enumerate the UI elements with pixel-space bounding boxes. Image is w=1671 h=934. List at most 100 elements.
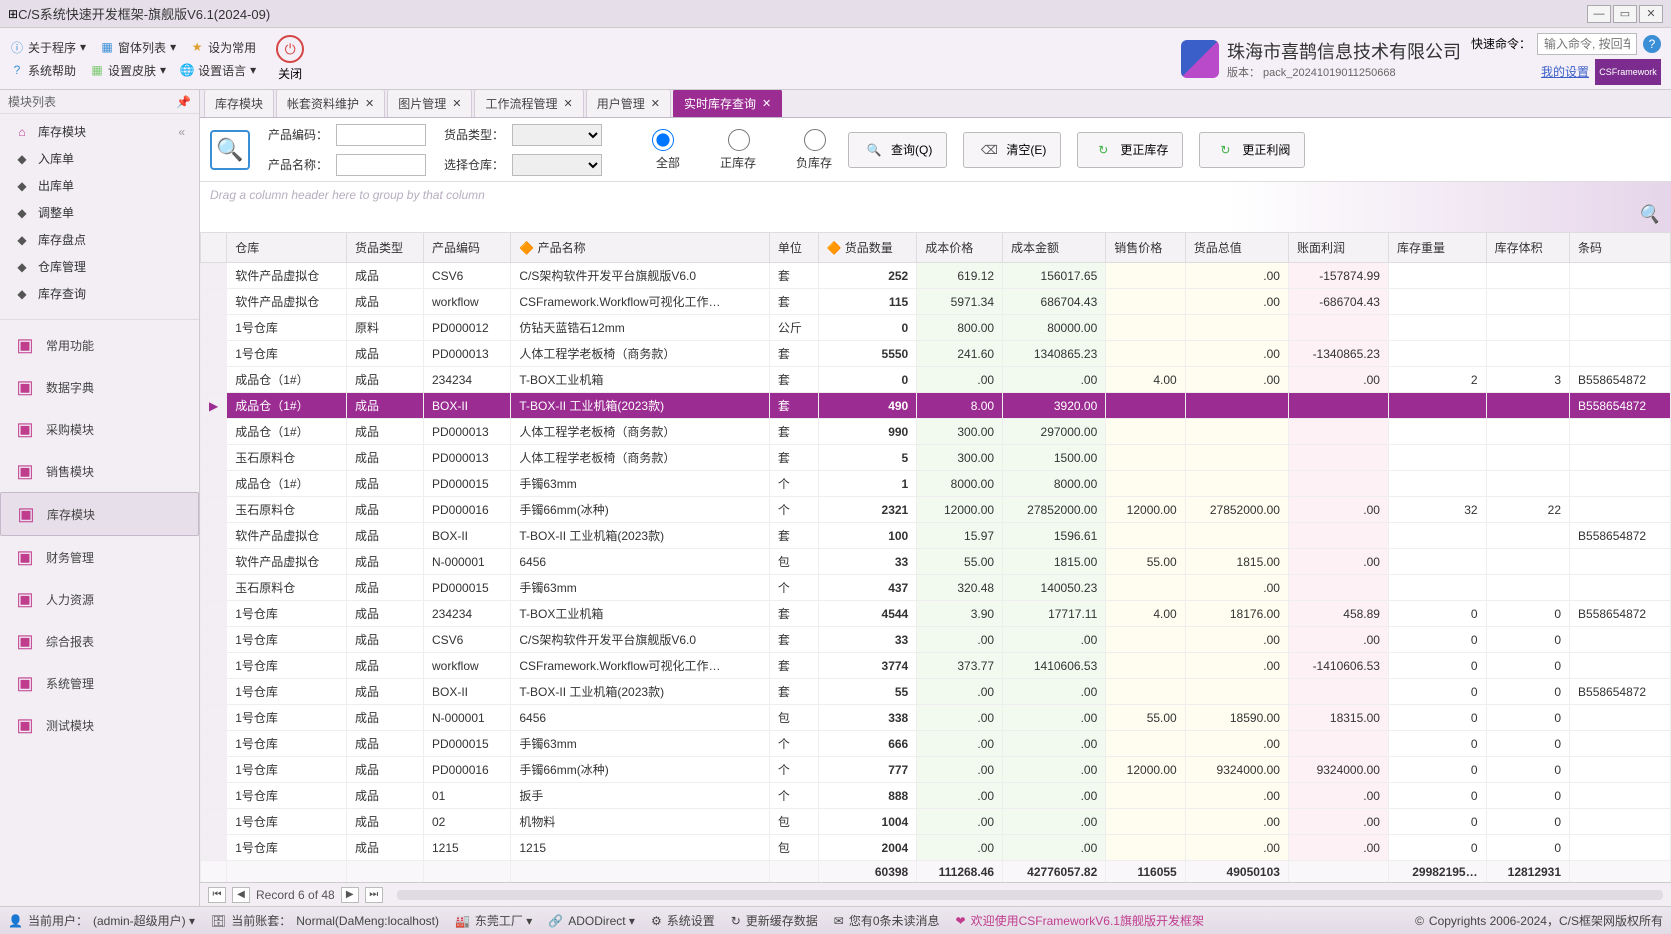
col-header[interactable]: 货品总值 [1185,233,1288,263]
goods-type-select[interactable] [512,124,602,146]
close-window-button[interactable]: ✕ [1639,5,1663,23]
table-row[interactable]: 玉石原料仓成品PD000013人体工程学老板椅（商务款）套5300.001500… [201,445,1671,471]
nav-item[interactable]: ▣常用功能 [0,324,199,366]
close-button[interactable]: ⏻ 关闭 [276,35,304,82]
tab[interactable]: 图片管理✕ [387,90,472,117]
col-header[interactable]: 🔶 产品名称 [511,233,770,263]
table-row[interactable]: 软件产品虚拟仓成品workflowCSFramework.Workflow可视化… [201,289,1671,315]
tree-item[interactable]: ◆仓库管理 [0,253,199,280]
table-row[interactable]: 1号仓库成品PD000016手镯66mm(冰种)个777.00.0012000.… [201,757,1671,783]
table-row[interactable]: 软件产品虚拟仓成品N-0000016456包3355.001815.0055.0… [201,549,1671,575]
product-code-input[interactable] [336,124,426,146]
col-header[interactable]: 库存体积 [1486,233,1569,263]
data-grid[interactable]: 仓库货品类型产品编码🔶 产品名称单位🔶 货品数量成本价格成本金额销售价格货品总值… [200,232,1671,882]
table-row[interactable]: 1号仓库成品PD000013人体工程学老板椅（商务款）套5550241.6013… [201,341,1671,367]
help-icon[interactable]: ? [1643,35,1661,53]
tab[interactable]: 库存模块 [204,90,274,117]
tree-item[interactable]: ◆出库单 [0,172,199,199]
tree-item[interactable]: ◆库存盘点 [0,226,199,253]
tab-close-icon[interactable]: ✕ [564,97,573,110]
nav-item[interactable]: ▣销售模块 [0,450,199,492]
table-row[interactable]: ▶成品仓（1#）成品BOX-IIT-BOX-II 工业机箱(2023款)套490… [201,393,1671,419]
table-row[interactable]: 成品仓（1#）成品234234T-BOX工业机箱套0.00.004.00.00.… [201,367,1671,393]
tab-close-icon[interactable]: ✕ [365,97,374,110]
table-row[interactable]: 1号仓库成品N-0000016456包338.00.0055.0018590.0… [201,705,1671,731]
update-stock-button[interactable]: ↻更正库存 [1077,132,1183,168]
minimize-button[interactable]: — [1587,5,1611,23]
tab-close-icon[interactable]: ✕ [651,97,660,110]
table-row[interactable]: 成品仓（1#）成品PD000013人体工程学老板椅（商务款）套990300.00… [201,419,1671,445]
col-header[interactable]: 成本金额 [1003,233,1106,263]
col-header[interactable]: 成本价格 [917,233,1003,263]
restore-button[interactable]: ▭ [1613,5,1637,23]
table-row[interactable]: 1号仓库成品01扳手个888.00.00.00.0000 [201,783,1671,809]
sb-user[interactable]: 👤当前用户：(admin-超级用户) ▾ [8,912,195,929]
sb-factory[interactable]: 🏭东莞工厂 ▾ [455,912,532,929]
col-header[interactable]: 账面利润 [1288,233,1388,263]
table-row[interactable]: 1号仓库成品12151215包2004.00.00.00.0000 [201,835,1671,861]
nav-item[interactable]: ▣库存模块 [0,492,199,536]
table-row[interactable]: 玉石原料仓成品PD000016手镯66mm(冰种)个232112000.0027… [201,497,1671,523]
windows-button[interactable]: ▦窗体列表▾ [100,39,176,56]
radio-all[interactable]: 全部 [618,129,680,171]
sb-cache[interactable]: ↻更新缓存数据 [731,912,818,929]
table-row[interactable]: 1号仓库原料PD000012仿钻天蓝锆石12mm公斤0800.0080000.0… [201,315,1671,341]
about-button[interactable]: ⓘ关于程序▾ [10,39,86,56]
pager-prev[interactable]: ◀ [232,887,250,903]
table-row[interactable]: 成品仓（1#）成品PD000015手镯63mm个18000.008000.00 [201,471,1671,497]
sb-sys[interactable]: ⚙系统设置 [651,912,715,929]
tab[interactable]: 帐套资料维护✕ [276,90,385,117]
lang-button[interactable]: 🌐设置语言▾ [180,62,256,79]
tree-item[interactable]: ◆库存查询 [0,280,199,307]
tab[interactable]: 工作流程管理✕ [474,90,583,117]
tree-item[interactable]: ◆调整单 [0,199,199,226]
table-row[interactable]: 1号仓库成品workflowCSFramework.Workflow可视化工作…… [201,653,1671,679]
choose-wh-select[interactable] [512,154,602,176]
nav-item[interactable]: ▣采购模块 [0,408,199,450]
table-row[interactable]: 软件产品虚拟仓成品BOX-IIT-BOX-II 工业机箱(2023款)套1001… [201,523,1671,549]
sb-msg[interactable]: ✉您有0条未读消息 [834,912,940,929]
tab[interactable]: 用户管理✕ [586,90,671,117]
col-header[interactable]: 产品编码 [424,233,511,263]
set-common-button[interactable]: ★设为常用 [190,39,256,56]
tree-item[interactable]: ◆入库单 [0,145,199,172]
pin-icon[interactable]: 📌 [176,95,191,109]
clear-button[interactable]: ⌫清空(E) [963,132,1061,168]
pager-last[interactable]: ⏭ [365,887,383,903]
col-header[interactable]: 销售价格 [1106,233,1185,263]
my-settings-link[interactable]: 我的设置 [1541,63,1589,80]
tab-close-icon[interactable]: ✕ [452,97,461,110]
quick-cmd-input[interactable] [1537,33,1637,55]
help-button[interactable]: ?系统帮助 [10,62,76,79]
nav-item[interactable]: ▣测试模块 [0,704,199,746]
update-profit-button[interactable]: ↻更正利阀 [1199,132,1305,168]
table-row[interactable]: 1号仓库成品CSV6C/S架构软件开发平台旗舰版V6.0套33.00.00.00… [201,627,1671,653]
table-row[interactable]: 软件产品虚拟仓成品CSV6C/S架构软件开发平台旗舰版V6.0套252619.1… [201,263,1671,289]
nav-item[interactable]: ▣人力资源 [0,578,199,620]
radio-neg[interactable]: 负库存 [770,129,832,171]
col-header[interactable]: 货品类型 [346,233,423,263]
tab-close-icon[interactable]: ✕ [762,97,771,110]
col-header[interactable]: 仓库 [227,233,347,263]
pager-next[interactable]: ▶ [341,887,359,903]
grid-search-icon[interactable]: 🔍 [1637,202,1661,226]
nav-item[interactable]: ▣数据字典 [0,366,199,408]
query-button[interactable]: 🔍查询(Q) [848,132,947,168]
table-row[interactable]: 1号仓库成品02机物料包1004.00.00.00.0000 [201,809,1671,835]
tree-item[interactable]: ⌂库存模块« [0,118,199,145]
product-name-input[interactable] [336,154,426,176]
table-row[interactable]: 玉石原料仓成品PD000015手镯63mm个437320.48140050.23… [201,575,1671,601]
col-header[interactable]: 单位 [769,233,818,263]
tab[interactable]: 实时库存查询✕ [673,90,782,117]
nav-item[interactable]: ▣财务管理 [0,536,199,578]
col-header[interactable]: 条码 [1570,233,1671,263]
nav-item[interactable]: ▣系统管理 [0,662,199,704]
radio-pos[interactable]: 正库存 [694,129,756,171]
skin-button[interactable]: ▦设置皮肤▾ [90,62,166,79]
nav-item[interactable]: ▣综合报表 [0,620,199,662]
table-row[interactable]: 1号仓库成品PD000015手镯63mm个666.00.00.0000 [201,731,1671,757]
table-row[interactable]: 1号仓库成品BOX-IIT-BOX-II 工业机箱(2023款)套55.00.0… [201,679,1671,705]
col-header[interactable]: 库存重量 [1388,233,1486,263]
sb-ado[interactable]: 🔗ADODirect ▾ [548,914,635,928]
col-header[interactable]: 🔶 货品数量 [818,233,917,263]
